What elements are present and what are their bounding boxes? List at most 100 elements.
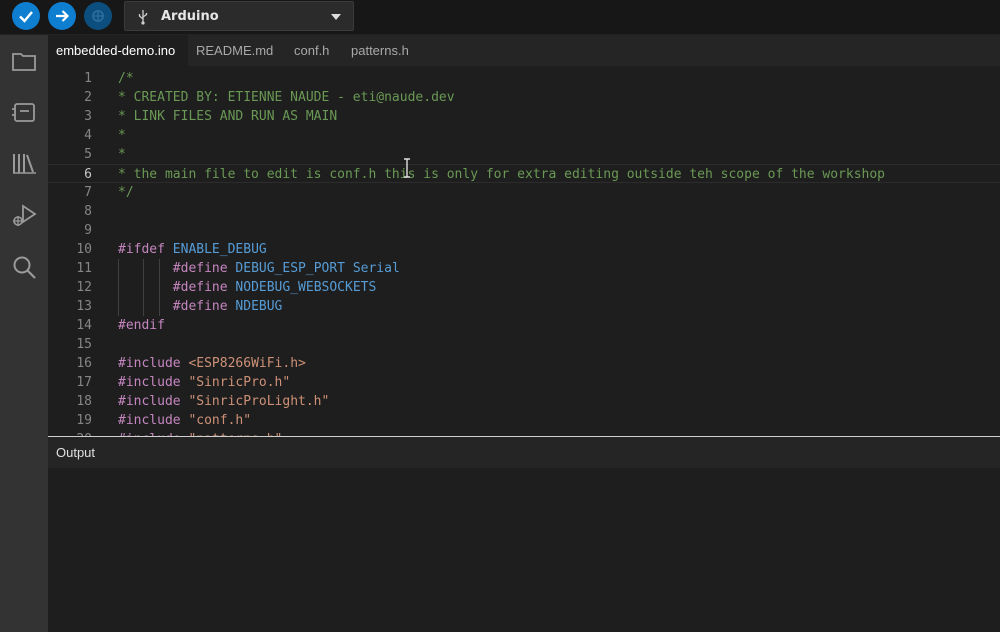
check-icon (19, 11, 33, 23)
code-token: #include (118, 375, 189, 390)
code-token: #ifdef (118, 242, 173, 257)
line-number: 4 (84, 128, 92, 143)
code-token: NDEBUG (235, 299, 283, 314)
code-text: #define NODEBUG_WEBSOCKETS (118, 278, 377, 297)
code-line[interactable]: 19 #include "conf.h" (48, 411, 1000, 430)
folder-icon[interactable] (10, 47, 38, 75)
code-token: * (118, 128, 126, 143)
line-number: 2 (84, 90, 92, 105)
output-title: Output (56, 445, 96, 460)
code-token: DEBUG_ESP_PORT Serial (235, 261, 400, 276)
code-line[interactable]: 3 * LINK FILES AND RUN AS MAIN (48, 107, 1000, 126)
code-token: #define (172, 299, 236, 314)
code-text: #include "conf.h" (118, 411, 251, 430)
code-token: <ESP8266WiFi.h> (188, 356, 306, 371)
code-token: #endif (118, 318, 165, 333)
upload-button[interactable] (48, 2, 76, 30)
code-text: #include "SinricProLight.h" (118, 392, 329, 411)
chevron-down-icon[interactable] (331, 14, 341, 20)
line-number: 6 (84, 167, 92, 182)
code-text: /* (118, 69, 134, 88)
verify-button[interactable] (12, 2, 40, 30)
code-line[interactable]: 13 #define NDEBUG (48, 297, 1000, 316)
code-line[interactable]: 16 #include <ESP8266WiFi.h> (48, 354, 1000, 373)
debug-icon (92, 10, 104, 22)
code-text: * LINK FILES AND RUN AS MAIN (118, 107, 337, 126)
code-text: #endif (118, 316, 165, 335)
code-line[interactable]: 4 * (48, 126, 1000, 145)
board-icon[interactable] (10, 98, 38, 126)
tab-embedded-demo[interactable]: embedded-demo.ino (48, 35, 188, 66)
line-number: 12 (76, 280, 92, 295)
line-number: 17 (76, 375, 92, 390)
indent-guide (118, 259, 119, 316)
code-text: * (118, 145, 126, 164)
board-name: Arduino (161, 9, 219, 24)
code-line[interactable]: 5 * (48, 145, 1000, 164)
debug-button[interactable] (84, 2, 112, 30)
text-cursor-icon (404, 158, 410, 178)
tab-patterns[interactable]: patterns.h (343, 35, 423, 66)
code-line[interactable]: 8 (48, 202, 1000, 221)
code-text: * CREATED BY: ETIENNE NAUDE - eti@naude.… (118, 88, 455, 107)
code-token: * CREATED BY: ETIENNE NAUDE - eti@naude.… (118, 90, 455, 105)
code-token: NODEBUG_WEBSOCKETS (235, 280, 377, 295)
code-line[interactable]: 14 #endif (48, 316, 1000, 335)
tab-conf[interactable]: conf.h (286, 35, 342, 66)
line-number: 18 (76, 394, 92, 409)
code-text: * (118, 126, 126, 145)
line-number: 1 (84, 71, 92, 86)
code-text: #include <ESP8266WiFi.h> (118, 354, 306, 373)
indent-guide (143, 259, 144, 316)
line-number: 5 (84, 147, 92, 162)
code-line[interactable]: 10 #ifdef ENABLE_DEBUG (48, 240, 1000, 259)
code-line[interactable]: 7 */ (48, 183, 1000, 202)
code-line[interactable]: 1 /* (48, 69, 1000, 88)
code-token: "conf.h" (188, 413, 252, 428)
code-text: #define DEBUG_ESP_PORT Serial (118, 259, 400, 278)
code-token: * (118, 147, 126, 162)
search-icon[interactable] (10, 253, 38, 281)
line-number: 3 (84, 109, 92, 124)
code-editor[interactable]: 1 /* 2 * CREATED BY: ETIENNE NAUDE - eti@na… (48, 66, 1000, 436)
line-number: 11 (76, 261, 92, 276)
sidebar (0, 35, 48, 632)
toolbar: Arduino (0, 0, 1000, 35)
code-text: #ifdef ENABLE_DEBUG (118, 240, 267, 259)
code-token: */ (118, 185, 134, 200)
line-number: 15 (76, 337, 92, 352)
code-line[interactable]: 11 #define DEBUG_ESP_PORT Serial (48, 259, 1000, 278)
code-token: ENABLE_DEBUG (172, 242, 267, 257)
code-text: * the main file to edit is conf.h this i… (118, 165, 885, 184)
code-line[interactable]: 2 * CREATED BY: ETIENNE NAUDE - eti@naude… (48, 88, 1000, 107)
code-token: "SinricProLight.h" (188, 394, 330, 409)
code-line[interactable]: 12 #define NODEBUG_WEBSOCKETS (48, 278, 1000, 297)
code-token: #include (118, 394, 189, 409)
code-line[interactable]: 6 * the main file to edit is conf.h this … (48, 164, 1000, 183)
debug-icon[interactable] (10, 201, 38, 229)
code-line[interactable]: 17 #include "SinricPro.h" (48, 373, 1000, 392)
code-line[interactable]: 15 (48, 335, 1000, 354)
code-token: #define (172, 261, 236, 276)
output-console[interactable] (48, 468, 1000, 632)
code-token: "SinricPro.h" (188, 375, 291, 390)
indent-guide (159, 259, 160, 316)
library-icon[interactable] (10, 149, 38, 177)
code-token: /* (118, 71, 134, 86)
line-number: 19 (76, 413, 92, 428)
code-line[interactable]: 18 #include "SinricProLight.h" (48, 392, 1000, 411)
line-number: 13 (76, 299, 92, 314)
code-text: #include "SinricPro.h" (118, 373, 290, 392)
editor-tabs: embedded-demo.ino README.md conf.h patte… (48, 35, 1000, 66)
code-token: #include (118, 356, 189, 371)
tab-readme[interactable]: README.md (188, 35, 286, 66)
code-text: */ (118, 183, 134, 202)
line-number: 8 (84, 204, 92, 219)
arrow-right-icon (56, 10, 70, 22)
board-selector[interactable]: Arduino (124, 1, 354, 31)
line-number: 10 (76, 242, 92, 257)
code-line[interactable]: 9 (48, 221, 1000, 240)
